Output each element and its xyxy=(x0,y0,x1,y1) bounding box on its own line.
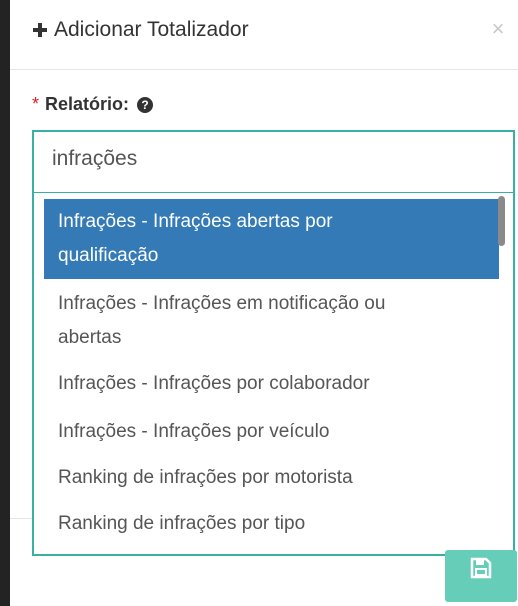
close-icon[interactable]: × xyxy=(484,14,512,44)
report-search-input[interactable] xyxy=(52,147,492,171)
option-line: Infrações - Infrações abertas por xyxy=(58,211,333,232)
dropdown-option[interactable]: Ranking de infrações por motorista xyxy=(44,455,499,501)
dropdown-option[interactable]: Infrações - Infrações por colaborador xyxy=(44,361,499,407)
question-circle-icon[interactable]: ? xyxy=(137,96,154,113)
dropdown-option[interactable]: Infrações - Infrações abertas por qualif… xyxy=(44,199,499,279)
option-line: Infrações - Infrações por veículo xyxy=(58,421,330,442)
report-label-text: Relatório: xyxy=(45,94,130,114)
dropdown-option[interactable]: Infrações - Infrações por veículo xyxy=(44,409,499,455)
option-line: Ranking de infrações por tipo xyxy=(58,513,306,534)
save-button[interactable] xyxy=(445,550,517,602)
modal-title: Adicionar Totalizador xyxy=(32,18,249,42)
option-line: Ranking de infrações por motorista xyxy=(58,467,353,488)
dropdown-option[interactable]: Infrações - Infrações em notificação ou … xyxy=(44,281,499,361)
required-marker: * xyxy=(32,94,40,114)
modal-title-text: Adicionar Totalizador xyxy=(54,18,249,41)
add-totalizer-modal: Adicionar Totalizador × * Relatório: ? I… xyxy=(10,0,518,606)
plus-icon xyxy=(33,23,47,37)
report-search-box[interactable] xyxy=(32,130,515,193)
dropdown-option[interactable]: Ranking de infrações por tipo xyxy=(44,501,499,547)
report-field-label: * Relatório: ? xyxy=(32,94,154,115)
modal-backdrop xyxy=(0,0,10,606)
dropdown-scrollbar[interactable] xyxy=(498,196,505,246)
option-line: qualificação xyxy=(58,245,159,266)
option-line: abertas xyxy=(58,327,122,348)
floppy-disk-icon xyxy=(470,557,492,579)
modal-header: Adicionar Totalizador × xyxy=(10,0,518,70)
option-line: Infrações - Infrações em notificação ou xyxy=(58,293,386,314)
footer-divider xyxy=(10,518,32,519)
report-options-dropdown[interactable]: Infrações - Infrações abertas por qualif… xyxy=(32,193,515,556)
option-line: Infrações - Infrações por colaborador xyxy=(58,373,370,394)
